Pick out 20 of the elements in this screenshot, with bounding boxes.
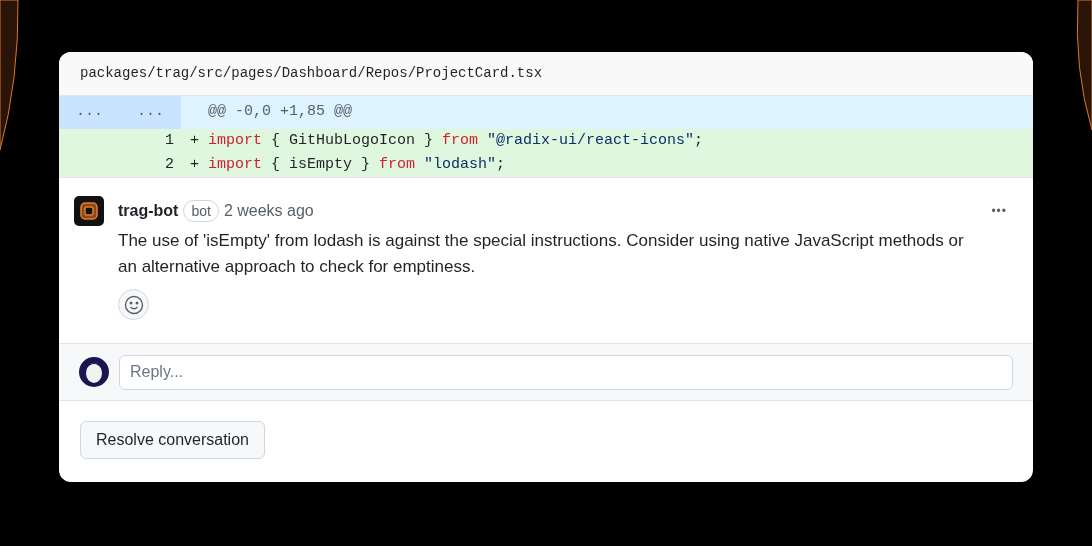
code-line: import { isEmpty } from "lodash"; (208, 154, 506, 175)
user-avatar-icon (79, 357, 109, 387)
file-path: packages/trag/src/pages/Dashboard/Repos/ProjectCard.tsx (80, 64, 543, 83)
comment-body: The use of 'isEmpty' from lodash is against the special instructions. Consider using native JavaScript methods or an alternative approach to check for emptiness. (118, 230, 965, 278)
add-reaction-button[interactable] (118, 289, 149, 320)
smiley-icon (123, 294, 144, 315)
diff-sign: + (190, 154, 200, 175)
comment-time: 2 weeks ago (223, 201, 314, 221)
line-number: 2 (164, 154, 174, 175)
author-name: trag-bot (118, 201, 179, 221)
bot-avatar-icon (74, 196, 104, 226)
resolve-conversation-button[interactable]: Resolve conversation (80, 421, 265, 459)
line-number: 1 (164, 130, 174, 151)
code-line: import { GitHubLogoIcon } from "@radix-ui/react-icons"; (208, 130, 704, 151)
line-number: ... (136, 102, 165, 123)
more-options-button[interactable]: ••• (991, 202, 1007, 220)
line-number: ... (75, 102, 104, 123)
diff-sign: + (190, 130, 200, 151)
reply-field[interactable]: Reply... (119, 354, 1013, 390)
hunk-header: @@ -0,0 +1,85 @@ (207, 102, 353, 123)
